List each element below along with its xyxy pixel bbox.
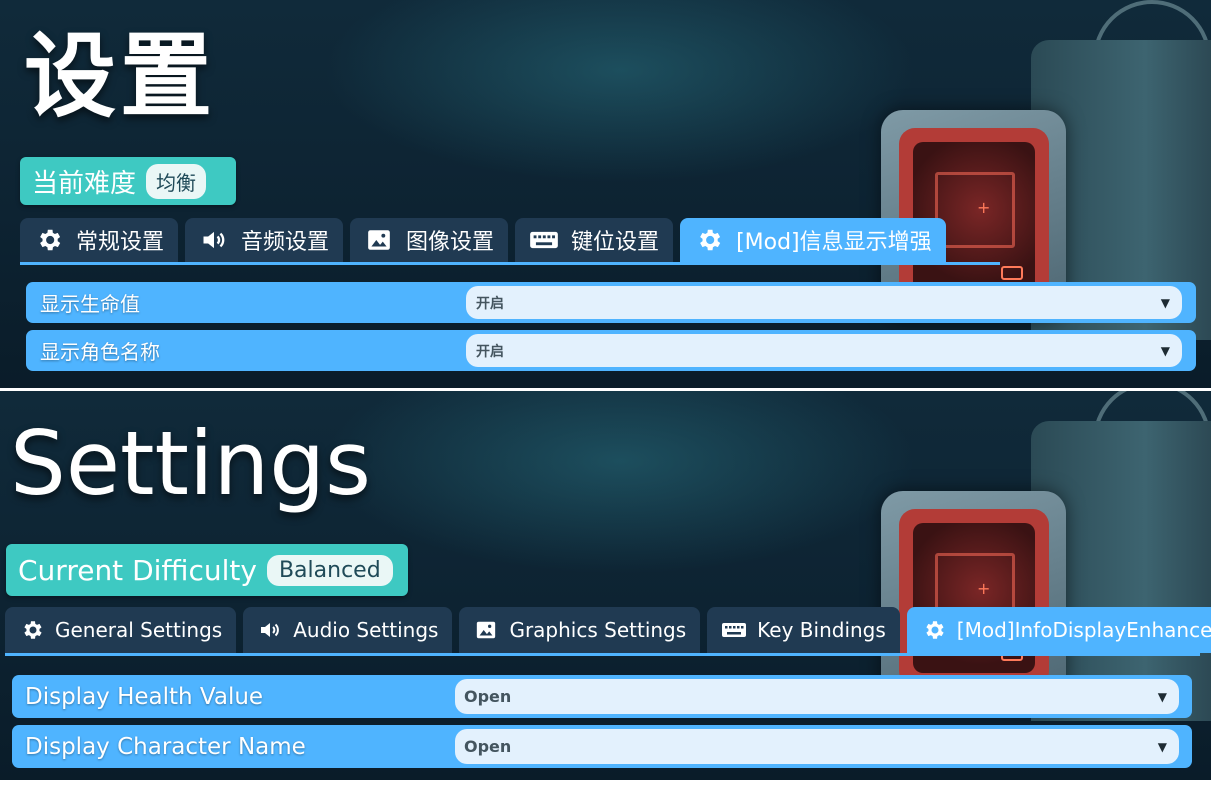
keyboard-icon — [721, 617, 747, 643]
gear-icon — [921, 617, 947, 643]
tab-label: 键位设置 — [571, 230, 660, 255]
character-name-select[interactable]: 开启 ▼ — [466, 334, 1182, 367]
tab-label: Graphics Settings — [509, 618, 687, 642]
image-icon — [473, 617, 499, 643]
tab-graphics[interactable]: Graphics Settings — [459, 607, 701, 653]
tab-general[interactable]: 常规设置 — [20, 218, 179, 262]
difficulty-value: Balanced — [266, 554, 393, 586]
option-row-health: Display Health Value Open ▼ — [12, 675, 1192, 718]
difficulty-label: Current Difficulty — [18, 553, 257, 587]
gear-icon — [19, 617, 45, 643]
tab-label: 图像设置 — [406, 230, 495, 255]
select-value: Open — [464, 737, 512, 756]
tab-label: 音频设置 — [241, 230, 330, 255]
dropdown-arrow-icon: ▼ — [1157, 739, 1167, 754]
tab-label: General Settings — [55, 618, 223, 642]
tab-audio[interactable]: Audio Settings — [243, 607, 453, 653]
gear-icon — [34, 225, 64, 255]
select-value: Open — [464, 687, 512, 706]
page-title: Settings — [10, 412, 371, 515]
tab-general[interactable]: General Settings — [5, 607, 237, 653]
tab-underline — [5, 653, 1200, 656]
health-select[interactable]: Open ▼ — [455, 679, 1179, 714]
option-label: 显示角色名称 — [40, 340, 160, 364]
gear-icon — [694, 225, 724, 255]
health-select[interactable]: 开启 ▼ — [466, 286, 1182, 319]
difficulty-label: 当前难度 — [32, 168, 137, 199]
difficulty-badge: Current Difficulty Balanced — [6, 544, 408, 596]
tab-mod-info-display[interactable]: [Mod]信息显示增强 — [680, 218, 946, 262]
settings-panel-zh: + 设置 当前难度 均衡 常规设置 音频设置 图像设置 键位设置 [Mod]信息… — [0, 0, 1211, 388]
option-row-health: 显示生命值 开启 ▼ — [26, 282, 1196, 323]
character-name-select[interactable]: Open ▼ — [455, 729, 1179, 764]
tab-keybindings[interactable]: Key Bindings — [707, 607, 900, 653]
settings-panel-en: + Settings Current Difficulty Balanced G… — [0, 391, 1211, 780]
difficulty-value: 均衡 — [146, 163, 207, 199]
settings-tabs: 常规设置 音频设置 图像设置 键位设置 [Mod]信息显示增强 — [0, 218, 1211, 262]
keyboard-icon — [529, 225, 559, 255]
difficulty-badge: 当前难度 均衡 — [20, 157, 236, 205]
speaker-icon — [199, 225, 229, 255]
tab-label: Audio Settings — [293, 618, 439, 642]
tab-audio[interactable]: 音频设置 — [185, 218, 344, 262]
option-row-character-name: Display Character Name Open ▼ — [12, 725, 1192, 768]
dropdown-arrow-icon: ▼ — [1160, 295, 1170, 310]
tab-label: 常规设置 — [76, 230, 165, 255]
tab-label: [Mod]InfoDisplayEnhancement — [956, 618, 1211, 642]
tab-label: [Mod]信息显示增强 — [736, 230, 932, 255]
tab-underline — [20, 262, 1000, 265]
option-label: 显示生命值 — [40, 292, 140, 316]
tab-keybindings[interactable]: 键位设置 — [515, 218, 674, 262]
select-value: 开启 — [476, 295, 504, 312]
tab-graphics[interactable]: 图像设置 — [350, 218, 509, 262]
page-title: 设置 — [24, 23, 217, 130]
speaker-icon — [257, 617, 283, 643]
image-icon — [364, 225, 394, 255]
option-label: Display Character Name — [25, 733, 306, 760]
option-label: Display Health Value — [25, 683, 264, 710]
tab-mod-info-display[interactable]: [Mod]InfoDisplayEnhancement — [906, 607, 1211, 653]
tab-label: Key Bindings — [757, 618, 886, 642]
settings-tabs: General Settings Audio Settings Graphics… — [0, 607, 1211, 653]
select-value: 开启 — [476, 343, 504, 360]
dropdown-arrow-icon: ▼ — [1160, 343, 1170, 358]
option-row-character-name: 显示角色名称 开启 ▼ — [26, 330, 1196, 371]
dropdown-arrow-icon: ▼ — [1157, 689, 1167, 704]
